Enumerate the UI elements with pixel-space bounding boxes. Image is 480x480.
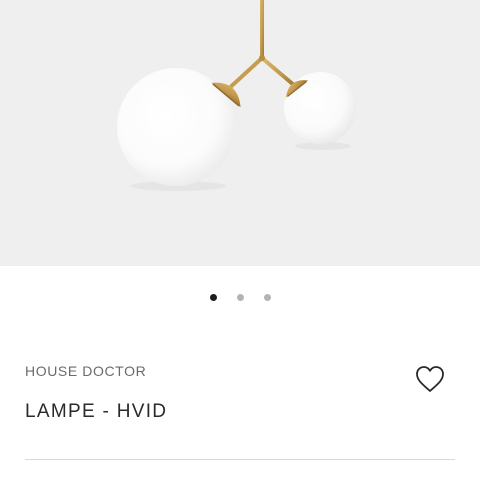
carousel-dot-1[interactable] [209,294,217,301]
pendant-lamp-image [117,0,356,191]
product-brand[interactable]: HOUSE DOCTOR [25,363,146,379]
product-title: LAMPE - HVID [25,401,168,422]
product-image[interactable] [0,0,480,266]
favorite-button[interactable] [414,364,446,394]
carousel-dot-2[interactable] [236,294,244,301]
carousel-indicators [0,294,480,301]
divider [25,459,455,460]
heart-icon [416,366,444,392]
product-page: HOUSE DOCTOR LAMPE - HVID [0,0,480,480]
carousel-dot-3[interactable] [263,294,271,301]
